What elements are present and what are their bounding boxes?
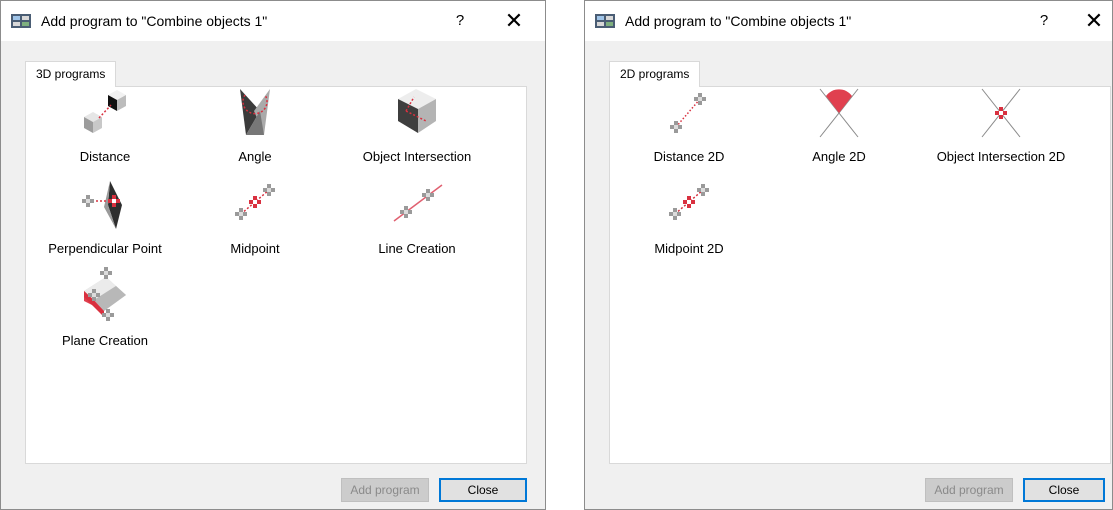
close-button[interactable]: Close — [439, 478, 527, 502]
program-label: Object Intersection — [362, 149, 472, 164]
program-midpoint[interactable]: Midpoint — [180, 179, 330, 263]
add-program-dialog-2d: Add program to "Combine objects 1" ? ✕ 2… — [584, 0, 1113, 510]
angle-2d-icon — [819, 88, 859, 138]
program-angle-2d[interactable]: Angle 2D — [764, 87, 914, 171]
perpendicular-point-icon — [82, 181, 122, 229]
add-program-dialog-3d: Add program to "Combine objects 1" ? ✕ 3… — [0, 0, 546, 510]
program-label: Line Creation — [378, 241, 456, 256]
program-midpoint-2d[interactable]: Midpoint 2D — [614, 179, 764, 263]
distance-3d-icon — [84, 90, 126, 133]
dialog-title: Add program to "Combine objects 1" — [41, 13, 268, 29]
program-perpendicular-point[interactable]: Perpendicular Point — [30, 179, 180, 263]
program-angle[interactable]: Angle — [180, 87, 330, 171]
help-button[interactable]: ? — [1029, 9, 1059, 33]
program-distance[interactable]: Distance — [30, 87, 180, 171]
program-object-intersection-2d[interactable]: Object Intersection 2D — [926, 87, 1076, 171]
close-icon[interactable]: ✕ — [499, 9, 529, 33]
help-button[interactable]: ? — [445, 9, 475, 33]
program-label: Midpoint — [230, 241, 280, 256]
program-label: Angle — [238, 149, 272, 164]
programs-panel: Distance 2D Angle 2D Object Intersection… — [609, 86, 1111, 464]
program-line-creation[interactable]: Line Creation — [342, 179, 492, 263]
program-label: Perpendicular Point — [48, 241, 162, 256]
program-label: Plane Creation — [62, 333, 148, 348]
program-distance-2d[interactable]: Distance 2D — [614, 87, 764, 171]
program-label: Distance — [79, 149, 131, 164]
title-bar: Add program to "Combine objects 1" ? ✕ — [1, 1, 545, 41]
tab-2d-programs[interactable]: 2D programs — [609, 61, 701, 87]
add-program-button[interactable]: Add program — [925, 478, 1013, 502]
program-label: Angle 2D — [812, 149, 866, 164]
add-program-button[interactable]: Add program — [341, 478, 429, 502]
program-object-intersection[interactable]: Object Intersection — [342, 87, 492, 171]
object-intersection-2d-icon — [981, 88, 1021, 138]
programs-panel: Distance Angle Object Intersection Perpe… — [25, 86, 527, 464]
program-label: Midpoint 2D — [654, 241, 724, 256]
title-bar: Add program to "Combine objects 1" ? ✕ — [585, 1, 1112, 41]
program-label: Object Intersection 2D — [936, 149, 1066, 164]
program-plane-creation[interactable]: Plane Creation — [30, 267, 180, 355]
close-button[interactable]: Close — [1023, 478, 1105, 502]
midpoint-icon — [235, 184, 275, 220]
midpoint-2d-icon — [669, 184, 709, 220]
distance-2d-icon — [670, 93, 706, 133]
plane-creation-icon — [84, 267, 126, 321]
line-creation-icon — [393, 184, 443, 222]
dialog-title: Add program to "Combine objects 1" — [625, 13, 852, 29]
program-label: Distance 2D — [653, 149, 725, 164]
object-intersection-3d-icon — [398, 89, 436, 133]
angle-3d-icon — [240, 89, 270, 135]
close-icon[interactable]: ✕ — [1079, 9, 1109, 33]
app-icon — [11, 14, 31, 28]
app-icon — [595, 14, 615, 28]
tab-3d-programs[interactable]: 3D programs — [25, 61, 117, 87]
